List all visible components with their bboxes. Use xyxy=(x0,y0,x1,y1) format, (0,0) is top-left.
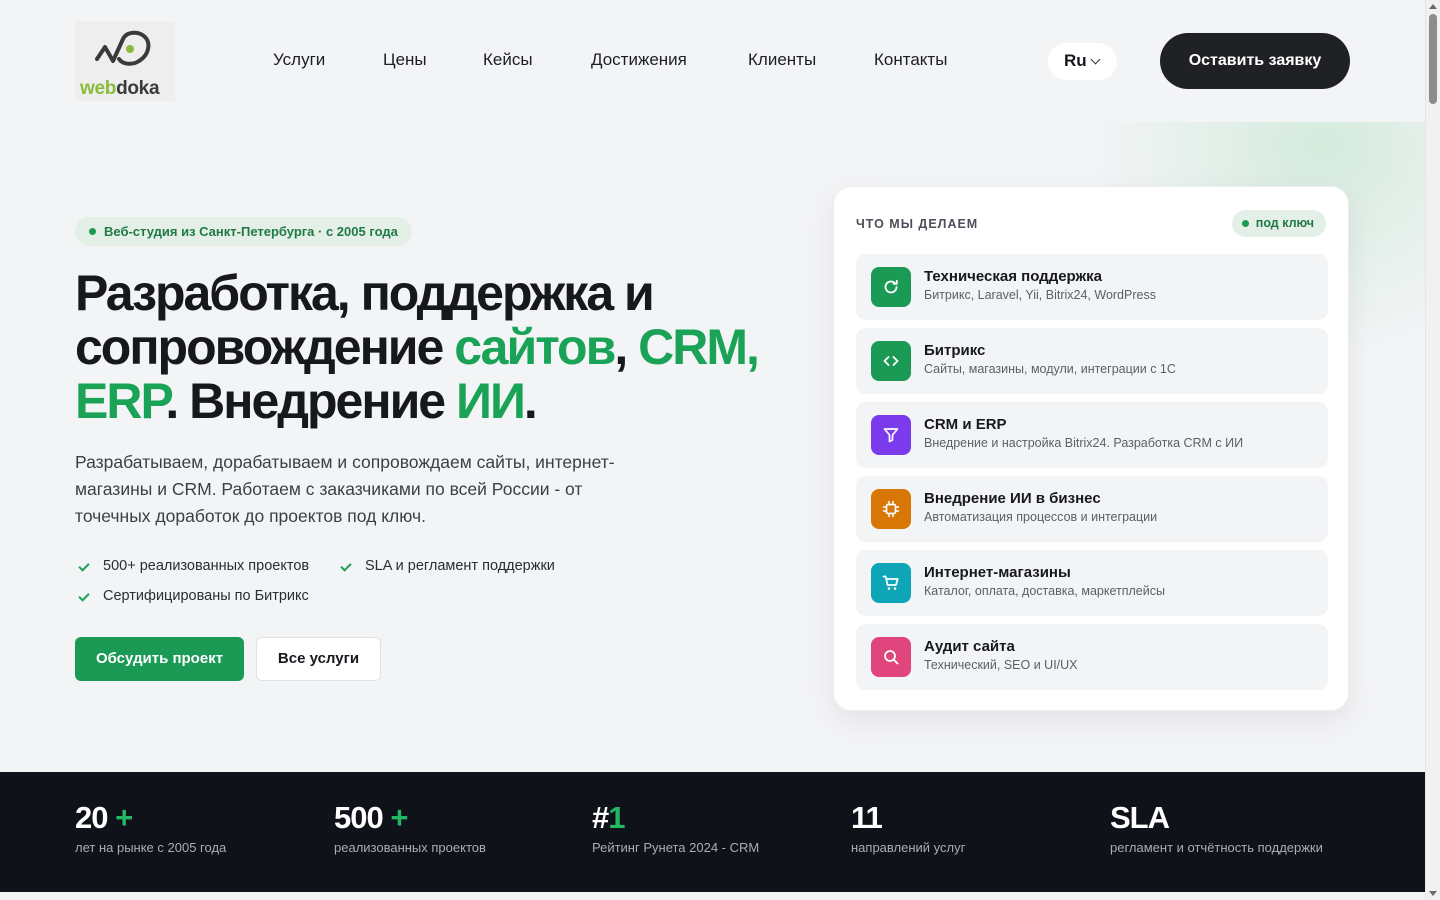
stat-projects: 500 + реализованных проектов xyxy=(334,800,486,855)
service-item-support[interactable]: Техническая поддержка Битрикс, Laravel, … xyxy=(856,254,1328,320)
logo[interactable]: webdoka xyxy=(75,21,175,101)
hero-description: Разрабатываем, дорабатываем и сопровожда… xyxy=(75,452,615,526)
nav-link-prices[interactable]: Цены xyxy=(383,50,427,70)
stat-value: 500 + xyxy=(334,800,486,836)
service-title: Интернет-магазины xyxy=(924,564,1071,581)
language-select[interactable]: Ru xyxy=(1048,43,1117,80)
stat-accent: + xyxy=(382,800,408,835)
stats-bar: 20 + лет на рынке с 2005 года 500 + реал… xyxy=(0,772,1425,892)
stat-value: 11 xyxy=(851,800,965,836)
pill-dot-icon xyxy=(1241,220,1249,227)
stat-directions: 11 направлений услуг xyxy=(851,800,965,855)
services-heading: ЧТО МЫ ДЕЛАЕМ xyxy=(856,217,979,231)
discuss-project-button[interactable]: Обсудить проект xyxy=(75,637,244,681)
nav-link-cases[interactable]: Кейсы xyxy=(483,50,533,70)
stat-sla: SLA регламент и отчётность поддержки xyxy=(1110,800,1323,855)
cart-icon xyxy=(871,563,911,603)
language-label: Ru xyxy=(1064,51,1087,70)
service-item-audit[interactable]: Аудит сайта Технический, SEO и UI/UX xyxy=(856,624,1328,690)
badge-text: Веб-студия из Санкт-Петербурга · с 2005 … xyxy=(104,224,398,239)
all-services-button[interactable]: Все услуги xyxy=(256,637,381,681)
stat-accent: + xyxy=(107,800,133,835)
logo-mark-icon xyxy=(95,30,151,66)
check-icon xyxy=(340,560,352,572)
feature-item: SLA и регламент поддержки xyxy=(337,558,555,574)
stat-label: реализованных проектов xyxy=(334,840,486,855)
feature-label: Сертифицированы по Битрикс xyxy=(103,588,309,604)
stat-value: SLA xyxy=(1110,800,1323,836)
stat-label: лет на рынке с 2005 года xyxy=(75,840,227,855)
stat-number: # xyxy=(592,800,609,835)
service-item-crm-erp[interactable]: CRM и ERP Внедрение и настройка Bitrix24… xyxy=(856,402,1328,468)
title-highlight: ИИ xyxy=(456,373,526,429)
page-scrollbar[interactable] xyxy=(1425,0,1440,900)
service-subtitle: Битрикс, Laravel, Yii, Bitrix24, WordPre… xyxy=(924,288,1156,302)
service-item-ai[interactable]: Внедрение ИИ в бизнес Автоматизация проц… xyxy=(856,476,1328,542)
service-subtitle: Технический, SEO и UI/UX xyxy=(924,658,1078,672)
stat-number: 11 xyxy=(851,800,883,835)
nav-link-contacts[interactable]: Контакты xyxy=(874,50,947,70)
leave-request-button[interactable]: Оставить заявку xyxy=(1160,33,1350,89)
stat-number: SLA xyxy=(1110,800,1170,835)
title-part: , xyxy=(614,319,639,375)
stat-label: направлений услуг xyxy=(851,840,966,855)
filter-icon xyxy=(871,415,911,455)
title-part: . xyxy=(523,373,538,429)
pill-label: под ключ xyxy=(1255,216,1314,230)
service-subtitle: Сайты, магазины, модули, интеграции с 1С xyxy=(924,362,1176,376)
scroll-down-icon[interactable] xyxy=(1429,891,1437,896)
feature-item: 500+ реализованных проектов xyxy=(75,558,309,574)
service-subtitle: Внедрение и настройка Bitrix24. Разработ… xyxy=(924,436,1244,450)
nav-link-services[interactable]: Услуги xyxy=(273,50,325,70)
services-card: ЧТО МЫ ДЕЛАЕМ под ключ Техническая подде… xyxy=(833,186,1349,711)
stat-years: 20 + лет на рынке с 2005 года xyxy=(75,800,226,855)
service-title: Битрикс xyxy=(924,342,986,359)
stat-number: 20 xyxy=(75,800,108,835)
chevron-down-icon xyxy=(1090,54,1101,65)
feature-label: 500+ реализованных проектов xyxy=(103,558,310,574)
service-title: Аудит сайта xyxy=(924,638,1015,655)
check-icon xyxy=(78,590,90,602)
stat-value: 20 + xyxy=(75,800,226,836)
stat-label: регламент и отчётность поддержки xyxy=(1110,840,1323,855)
title-part: . Внедрение xyxy=(165,373,456,429)
turnkey-pill: под ключ xyxy=(1231,210,1326,237)
stat-rating: #1 Рейтинг Рунета 2024 - CRM xyxy=(592,800,759,855)
feature-label: SLA и регламент поддержки xyxy=(365,558,555,574)
service-subtitle: Автоматизация процессов и интеграции xyxy=(924,510,1158,524)
service-title: Внедрение ИИ в бизнес xyxy=(924,490,1101,507)
scroll-up-icon[interactable] xyxy=(1429,4,1437,9)
badge-dot-icon xyxy=(89,228,96,235)
site-header: webdoka Услуги Цены Кейсы Достижения Кли… xyxy=(0,0,1425,122)
stat-accent: 1 xyxy=(608,800,625,835)
logo-web: web xyxy=(80,78,117,99)
service-item-bitrix[interactable]: Битрикс Сайты, магазины, модули, интегра… xyxy=(856,328,1328,394)
stat-label: Рейтинг Рунета 2024 - CRM xyxy=(592,840,760,855)
service-subtitle: Каталог, оплата, доставка, маркетплейсы xyxy=(924,584,1165,598)
hero-title: Разработка, поддержка и сопровождение са… xyxy=(75,266,775,428)
logo-doka: doka xyxy=(116,78,160,99)
logo-text: webdoka xyxy=(80,78,160,100)
nav-link-achievements[interactable]: Достижения xyxy=(591,50,687,70)
scrollbar-thumb[interactable] xyxy=(1429,14,1437,104)
refresh-icon xyxy=(871,267,911,307)
nav-link-clients[interactable]: Клиенты xyxy=(748,50,816,70)
service-item-ecommerce[interactable]: Интернет-магазины Каталог, оплата, доста… xyxy=(856,550,1328,616)
chip-icon xyxy=(871,489,911,529)
stat-number: 500 xyxy=(334,800,384,835)
service-title: Техническая поддержка xyxy=(924,268,1103,285)
title-highlight: сайтов xyxy=(454,319,616,375)
studio-badge: Веб-студия из Санкт-Петербурга · с 2005 … xyxy=(75,217,412,246)
feature-item: Сертифицированы по Битрикс xyxy=(75,588,309,604)
check-icon xyxy=(78,560,90,572)
code-icon xyxy=(871,341,911,381)
service-title: CRM и ERP xyxy=(924,416,1007,433)
stat-value: #1 xyxy=(592,800,759,836)
search-icon xyxy=(871,637,911,677)
